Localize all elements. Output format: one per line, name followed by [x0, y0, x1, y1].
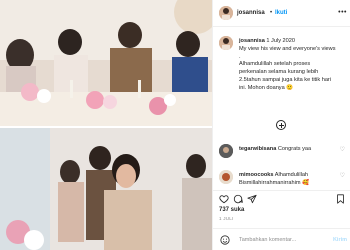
caption-line: perkenalan selama kurang lebih	[239, 69, 319, 76]
like-icon[interactable]	[219, 194, 229, 204]
bookmark-icon[interactable]	[336, 194, 345, 204]
post-photo[interactable]	[0, 0, 212, 250]
commenter-avatar[interactable]	[219, 170, 233, 184]
separator-dot: •	[270, 10, 273, 16]
comment: tegarwibisana Congrats yaa	[239, 146, 339, 154]
follow-button[interactable]: Ikuti	[275, 10, 287, 16]
author-avatar[interactable]	[219, 6, 233, 20]
post-comment-button[interactable]: Kirim	[333, 237, 347, 243]
caption-username[interactable]: josannisa	[239, 38, 265, 44]
caption-line: Alhamdulillah setelah proses	[239, 61, 311, 68]
add-comment-bar: Tambahkan komentar... Kirim	[213, 228, 350, 250]
comment-username[interactable]: mimoocooks	[239, 172, 274, 178]
comment-icon[interactable]	[233, 194, 243, 204]
load-more-comments-icon[interactable]	[276, 120, 286, 130]
share-icon[interactable]	[247, 194, 257, 204]
like-comment-icon[interactable]: ♡	[340, 146, 345, 153]
commenter-avatar[interactable]	[219, 144, 233, 158]
comment-text: Bismillahirrahmanirrahim 🥰	[239, 179, 310, 186]
more-options-icon[interactable]: •••	[338, 9, 347, 16]
caption-line: .	[239, 53, 241, 60]
caption-line: 2.5tahun sampai juga kita ke titik hari	[239, 76, 332, 83]
post-date: 1 JULI	[219, 216, 234, 221]
post-header: josannisa • Ikuti •••	[213, 0, 350, 27]
comment: mimoocooks Alhamdulillah Bismillahirrahm…	[239, 172, 339, 188]
comment-text: Congrats yaa	[277, 146, 312, 152]
photo-collage-image	[0, 0, 212, 250]
caption-line: 1 July 2020	[266, 38, 295, 44]
comment-input[interactable]: Tambahkan komentar...	[239, 237, 296, 243]
caption-line: My view his view and everyone's views	[239, 45, 336, 52]
comment-text: Alhamdulillah	[274, 172, 309, 178]
emoji-icon[interactable]	[220, 235, 230, 245]
like-comment-icon[interactable]: ♡	[340, 172, 345, 179]
author-username[interactable]: josannisa	[237, 10, 265, 16]
post-sidebar: josannisa • Ikuti ••• josannisa 1 July 2…	[212, 0, 350, 250]
caption-line: ini. Mohon doanya 🙂	[239, 84, 294, 91]
post-caption: josannisa 1 July 2020 My view his view a…	[239, 38, 347, 93]
caption-avatar[interactable]	[219, 36, 233, 50]
post-actions-bar	[213, 190, 350, 206]
likes-count[interactable]: 737 suka	[219, 207, 244, 213]
comment-username[interactable]: tegarwibisana	[239, 146, 276, 152]
